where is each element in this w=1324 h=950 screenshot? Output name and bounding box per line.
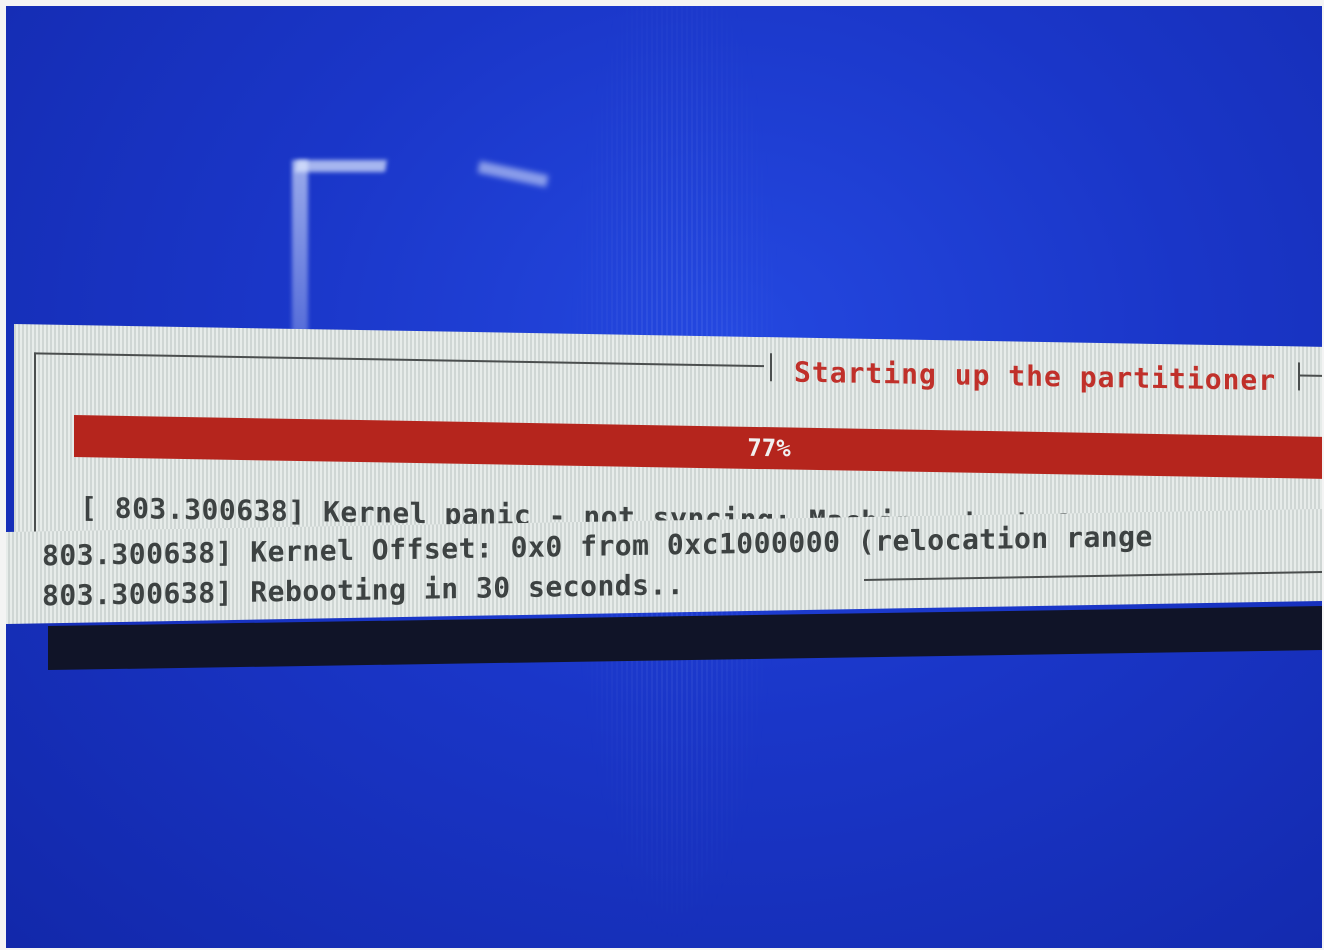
- dialog-border-top-right: [1300, 374, 1322, 378]
- progress-percent: 77%: [747, 433, 791, 463]
- monitor-screen: Starting up the partitioner 77% [ 803.30…: [6, 6, 1322, 948]
- installer-dialog-area: Starting up the partitioner 77% [ 803.30…: [6, 316, 1322, 671]
- dialog-border-top-left: [34, 352, 764, 368]
- dialog-border-left: [34, 352, 36, 533]
- console-line-2: 803.300638] Kernel Offset: 0x0 from 0xc1…: [42, 519, 1153, 573]
- title-separator-left: [770, 353, 772, 382]
- progress-bar: 77%: [74, 415, 1322, 480]
- dialog-border-bottom: [864, 570, 1322, 581]
- console-line-3: 803.300638] Rebooting in 30 seconds..: [42, 568, 685, 613]
- photo-frame: Starting up the partitioner 77% [ 803.30…: [0, 0, 1324, 950]
- dialog-title: Starting up the partitioner: [794, 355, 1277, 398]
